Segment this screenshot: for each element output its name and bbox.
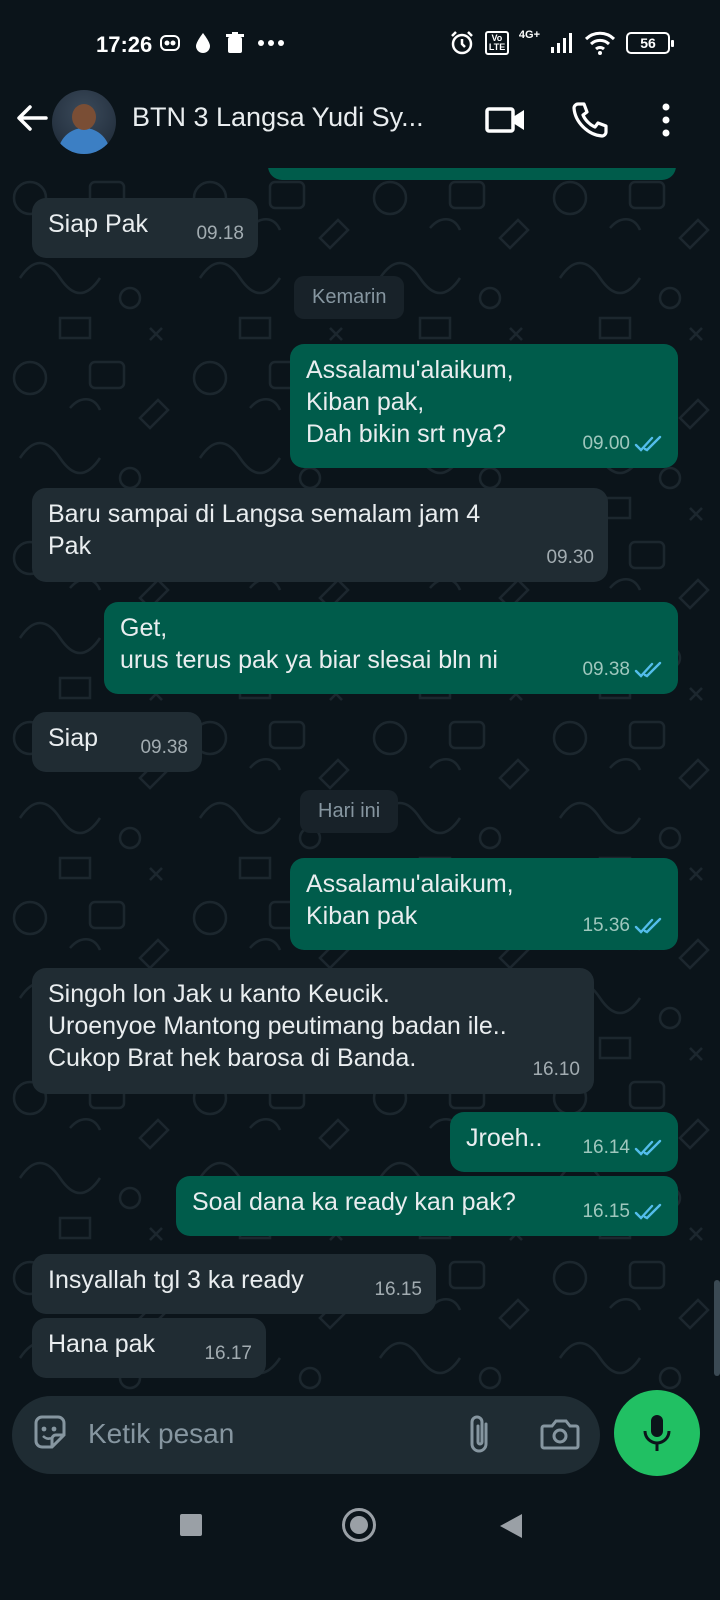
video-camera-icon[interactable] xyxy=(484,98,528,142)
trash-icon xyxy=(226,32,244,53)
home-button[interactable] xyxy=(342,1508,376,1542)
message-time: 09.00 xyxy=(582,433,630,454)
contact-avatar[interactable] xyxy=(52,90,116,154)
chat-header: BTN 3 Langsa Yudi Sy... xyxy=(0,72,720,168)
volte-icon: Vo LTE xyxy=(484,31,509,55)
incoming-message[interactable]: Baru sampai di Langsa semalam jam 4 Pak … xyxy=(32,488,608,582)
message-time: 16.17 xyxy=(204,1343,252,1364)
message-text: Get, urus terus pak ya biar slesai bln n… xyxy=(120,614,498,674)
message-text: Baru sampai di Langsa semalam jam 4 Pak xyxy=(48,500,481,560)
microphone-icon xyxy=(643,1415,671,1451)
scrollbar[interactable] xyxy=(714,1280,720,1376)
date-separator: Hari ini xyxy=(300,790,399,833)
alarm-icon xyxy=(451,31,473,55)
message-time: 16.14 xyxy=(582,1137,630,1158)
more-vert-icon[interactable] xyxy=(646,98,690,142)
incoming-message[interactable]: Singoh lon Jak u kanto Keucik. Uroenyoe … xyxy=(32,968,594,1094)
message-time: 09.30 xyxy=(546,547,594,568)
sticker-icon[interactable] xyxy=(30,1413,70,1453)
status-time: 17:26 xyxy=(96,32,153,57)
recents-button[interactable] xyxy=(180,1514,202,1536)
camera-icon[interactable] xyxy=(538,1412,582,1456)
outgoing-message[interactable]: Soal dana ka ready kan pak? 16.15 xyxy=(176,1176,678,1236)
outgoing-message[interactable]: Assalamu'alaikum, Kiban pak 15.36 xyxy=(290,858,678,950)
more-notifications-icon xyxy=(258,40,284,46)
double-check-icon xyxy=(634,435,662,452)
composer: Ketik pesan xyxy=(0,1390,720,1480)
notification-icons xyxy=(160,32,284,54)
drop-icon xyxy=(196,33,210,53)
outgoing-message[interactable]: Assalamu'alaikum, Kiban pak, Dah bikin s… xyxy=(290,344,678,468)
double-check-icon xyxy=(634,917,662,934)
wifi-icon xyxy=(584,31,616,55)
previous-message-stub xyxy=(268,168,676,180)
incoming-message[interactable]: Siap 09.38 xyxy=(32,712,202,772)
incoming-message[interactable]: Siap Pak 09.18 xyxy=(32,198,258,258)
message-time: 15.36 xyxy=(582,915,630,936)
message-text: Insyallah tgl 3 ka ready xyxy=(48,1266,304,1294)
message-time: 09.18 xyxy=(196,223,244,244)
message-time: 16.15 xyxy=(374,1279,422,1300)
mic-button[interactable] xyxy=(614,1390,700,1476)
incoming-message[interactable]: Hana pak 16.17 xyxy=(32,1318,266,1378)
date-label: Hari ini xyxy=(318,800,381,822)
double-check-icon xyxy=(634,661,662,678)
chat-title[interactable]: BTN 3 Langsa Yudi Sy... xyxy=(132,102,462,133)
message-text: Singoh lon Jak u kanto Keucik. Uroenyoe … xyxy=(48,980,507,1072)
outgoing-message[interactable]: Get, urus terus pak ya biar slesai bln n… xyxy=(104,602,678,694)
message-time: 16.10 xyxy=(532,1059,580,1080)
date-label: Kemarin xyxy=(312,286,387,308)
phone-icon[interactable] xyxy=(568,98,612,142)
battery-indicator: 56 xyxy=(626,32,674,54)
date-separator: Kemarin xyxy=(294,276,405,319)
message-time: 09.38 xyxy=(582,659,630,680)
paperclip-icon[interactable] xyxy=(460,1412,500,1456)
message-time: 09.38 xyxy=(140,737,188,758)
message-input[interactable]: Ketik pesan xyxy=(12,1396,600,1474)
incoming-message[interactable]: Insyallah tgl 3 ka ready 16.15 xyxy=(32,1254,436,1314)
nav-back-icon[interactable] xyxy=(498,1512,524,1540)
network-type: 4G+ xyxy=(518,29,540,41)
back-arrow-icon[interactable] xyxy=(14,100,50,136)
outgoing-message[interactable]: Jroeh.. 16.14 xyxy=(450,1112,678,1172)
system-nav-bar xyxy=(0,1480,720,1600)
system-icons: Vo LTE 4G+ 56 xyxy=(449,29,674,56)
input-placeholder: Ketik pesan xyxy=(88,1418,235,1449)
signal-icon xyxy=(551,33,572,53)
message-time: 16.15 xyxy=(582,1201,630,1222)
message-list[interactable]: Siap Pak 09.18 Kemarin Assalamu'alaikum,… xyxy=(0,168,720,1396)
double-check-icon xyxy=(634,1203,662,1220)
owl-icon xyxy=(160,35,180,51)
double-check-icon xyxy=(634,1139,662,1156)
